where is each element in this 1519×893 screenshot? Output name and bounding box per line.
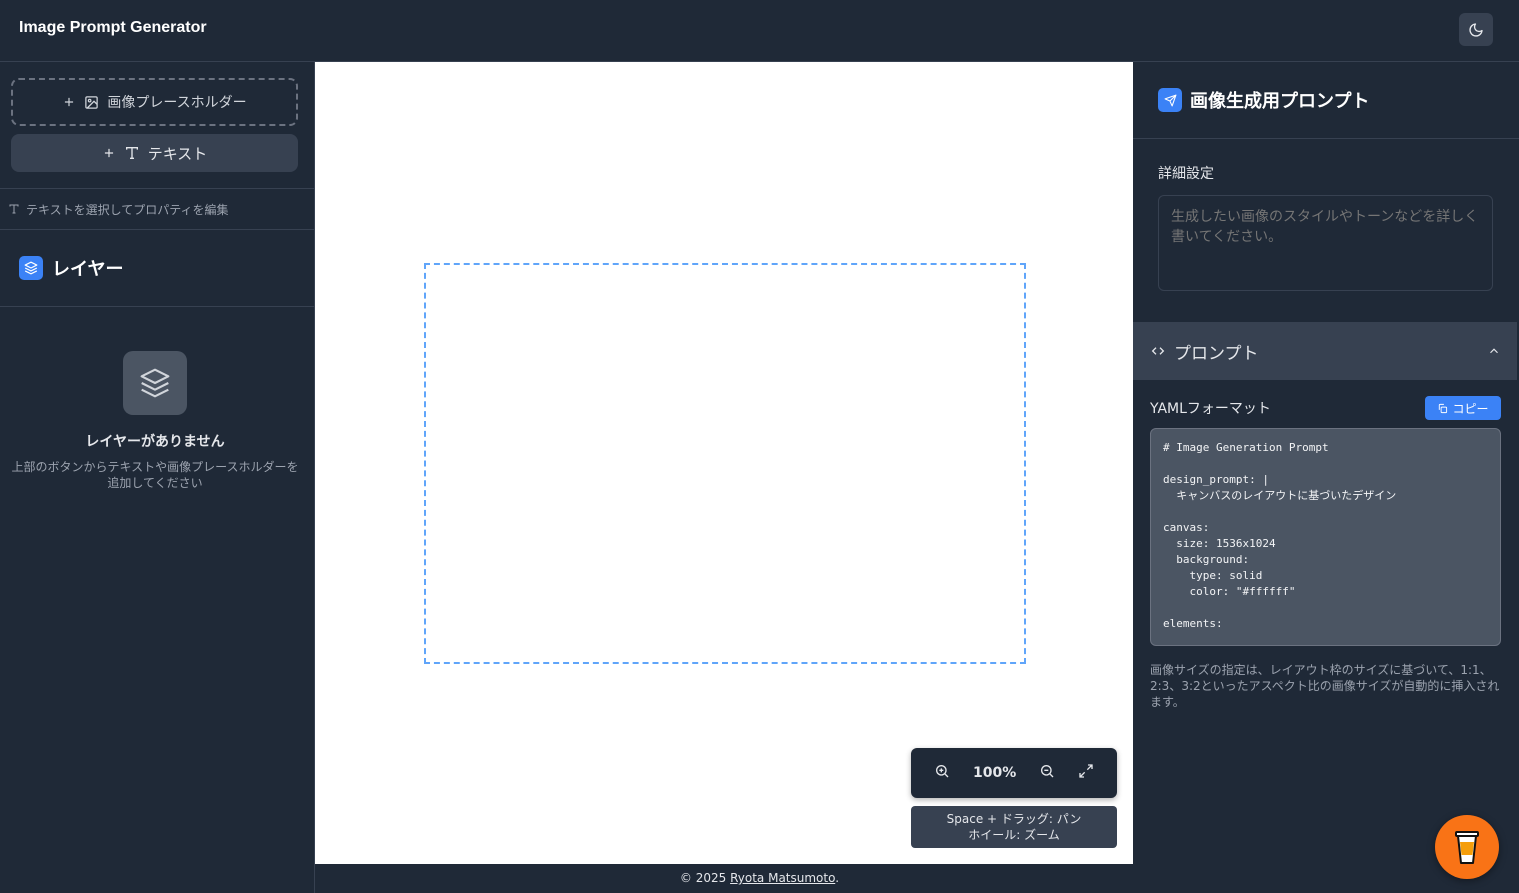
footer: © 2025 Ryota Matsumoto.: [0, 871, 1519, 885]
wheel-hint: ホイール: ズーム: [968, 828, 1060, 842]
image-icon: [85, 95, 99, 109]
zoom-out-icon: [1040, 765, 1054, 778]
add-text-button[interactable]: テキスト: [11, 134, 298, 172]
yaml-format-label: YAMLフォーマット: [1150, 401, 1271, 417]
zoom-out-button[interactable]: [1039, 763, 1055, 783]
right-sidebar: 画像生成用プロンプト 詳細設定 プロンプト YAMLフォーマット コピー # I…: [1133, 62, 1519, 893]
layers-icon: [19, 256, 43, 280]
empty-layers-title: レイヤーがありません: [85, 434, 225, 450]
send-icon: [1158, 88, 1182, 112]
zoom-in-button[interactable]: [934, 763, 950, 783]
type-icon: [9, 204, 19, 214]
property-hint-text: テキストを選択してプロパティを編集: [26, 202, 229, 217]
copy-label: コピー: [1452, 401, 1489, 416]
copy-icon: [1439, 403, 1448, 413]
copy-button[interactable]: コピー: [1425, 396, 1501, 420]
pan-hint: Space + ドラッグ: パン: [946, 812, 1082, 826]
zoom-in-icon: [936, 765, 949, 778]
canvas-hint: Space + ドラッグ: パン ホイール: ズーム: [911, 806, 1117, 848]
layout-frame[interactable]: [424, 263, 1026, 664]
expand-icon: [1078, 764, 1093, 778]
moon-icon: [1469, 22, 1483, 37]
theme-toggle-button[interactable]: [1459, 13, 1493, 46]
add-text-label: テキスト: [147, 144, 208, 163]
layers-header: レイヤー: [0, 230, 314, 307]
yaml-output[interactable]: # Image Generation Prompt design_prompt:…: [1150, 428, 1501, 646]
type-icon: [125, 147, 138, 159]
add-image-label: 画像プレースホルダー: [107, 95, 247, 111]
aspect-ratio-note: 画像サイズの指定は、レイアウト枠のサイズに基づいて、1:1、2:3、3:2といっ…: [1150, 663, 1500, 709]
prompt-section-toggle[interactable]: プロンプト: [1133, 322, 1517, 380]
zoom-controls: 100%: [911, 748, 1117, 798]
details-textarea[interactable]: [1158, 195, 1493, 291]
footer-suffix: .: [835, 871, 840, 885]
zoom-level: 100%: [973, 765, 1017, 781]
details-label: 詳細設定: [1158, 166, 1214, 182]
left-sidebar: 画像プレースホルダー テキスト テキストを選択してプロパティを編集 レイヤー レ…: [0, 62, 315, 893]
author-link[interactable]: Ryota Matsumoto: [730, 871, 835, 885]
layers-title: レイヤー: [52, 259, 124, 280]
add-image-placeholder-button[interactable]: 画像プレースホルダー: [11, 78, 298, 126]
copyright-text: © 2025: [679, 871, 731, 885]
empty-layers-icon: [123, 351, 187, 415]
prompt-panel-header: 画像生成用プロンプト: [1133, 62, 1519, 139]
plus-icon: [104, 148, 113, 158]
code-icon: [1151, 347, 1165, 355]
property-hint: テキストを選択してプロパティを編集: [0, 188, 314, 230]
plus-icon: [65, 97, 74, 107]
prompt-panel-title: 画像生成用プロンプト: [1190, 91, 1370, 112]
empty-layers-description: 上部のボタンからテキストや画像プレースホルダーを追加してください: [11, 460, 299, 490]
design-canvas[interactable]: 100% Space + ドラッグ: パン ホイール: ズーム: [315, 62, 1133, 864]
buy-coffee-button[interactable]: [1435, 815, 1499, 879]
coffee-cup-icon: [1455, 831, 1479, 864]
app-header: Image Prompt Generator: [0, 0, 1519, 62]
app-title: Image Prompt Generator: [19, 19, 207, 36]
fit-screen-button[interactable]: [1078, 763, 1094, 783]
chevron-up-icon: [1490, 348, 1498, 354]
prompt-section-title: プロンプト: [1174, 343, 1259, 364]
